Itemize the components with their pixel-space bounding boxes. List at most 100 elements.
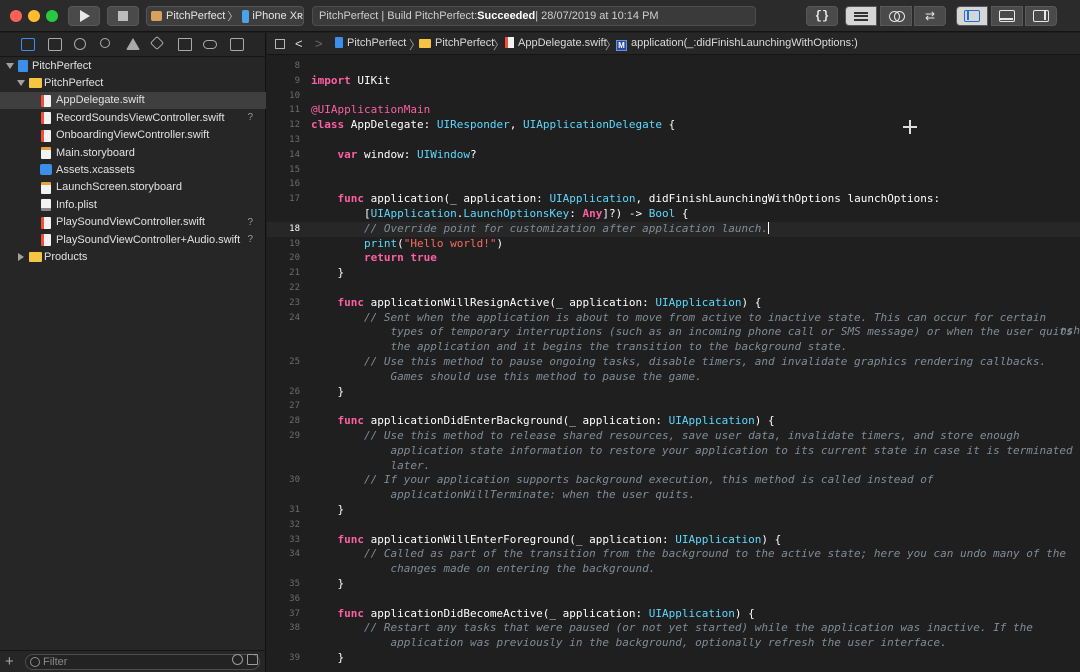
toggle-debug-area-button[interactable] (991, 6, 1023, 26)
code-line[interactable]: 23 func applicationWillResignActive(_ ap… (267, 296, 1080, 311)
line-number[interactable]: 35 (267, 577, 300, 592)
code-line[interactable]: later. (267, 459, 1080, 474)
line-number[interactable]: 23 (267, 296, 300, 311)
back-button[interactable]: < (295, 36, 303, 51)
line-number[interactable]: 38 (267, 621, 300, 636)
report-navigator-tab-icon[interactable] (230, 38, 244, 51)
debug-navigator-tab-icon[interactable] (178, 38, 192, 51)
test-navigator-tab-diamond-icon[interactable] (149, 35, 165, 51)
code-line[interactable]: 8 (267, 59, 1080, 74)
line-number[interactable]: 15 (267, 163, 300, 178)
tree-item-file[interactable]: Assets.xcassets (0, 161, 266, 178)
tree-item-group[interactable]: PitchPerfect (0, 74, 266, 91)
line-number[interactable]: 11 (267, 103, 300, 118)
code-line[interactable]: 11 @UIApplicationMain (267, 103, 1080, 118)
code-line[interactable]: 12 class AppDelegate: UIResponder, UIAppl… (267, 118, 1080, 133)
line-number[interactable]: 22 (267, 281, 300, 296)
tree-item-file[interactable]: RecordSoundsViewController.swift ? (0, 109, 266, 126)
code-line[interactable]: applicationWillTerminate: when the user … (267, 488, 1080, 503)
tree-item-file[interactable]: LaunchScreen.storyboard (0, 179, 266, 196)
code-line[interactable]: 30 // If your application supports backg… (267, 473, 1080, 488)
code-line[interactable]: 32 (267, 518, 1080, 533)
line-number[interactable]: 32 (267, 518, 300, 533)
line-number[interactable]: 19 (267, 237, 300, 252)
library-button[interactable]: {} (806, 6, 838, 26)
line-number[interactable]: 33 (267, 533, 300, 548)
run-button[interactable] (68, 6, 100, 26)
code-line[interactable]: 9 import UIKit (267, 74, 1080, 89)
code-line[interactable]: 24 // Sent when the application is about… (267, 311, 1080, 326)
code-line[interactable]: [UIApplication.LaunchOptionsKey: Any]?) … (267, 207, 1080, 222)
line-number[interactable]: 17 (267, 192, 300, 207)
line-number[interactable]: 36 (267, 592, 300, 607)
add-file-button[interactable]: + (5, 653, 14, 670)
line-number[interactable]: 18 (267, 222, 300, 237)
line-number[interactable]: 20 (267, 251, 300, 266)
code-line[interactable]: 10 (267, 89, 1080, 104)
code-line[interactable]: 35 } (267, 577, 1080, 592)
line-number[interactable]: 34 (267, 547, 300, 562)
line-number[interactable]: 39 (267, 651, 300, 666)
line-number[interactable]: 26 (267, 385, 300, 400)
symbol-navigator-tab-icon[interactable] (74, 38, 86, 50)
line-number[interactable]: 13 (267, 133, 300, 148)
minimize-window-button[interactable] (28, 10, 40, 22)
disclosure-open-icon[interactable] (17, 80, 25, 87)
forward-button[interactable]: > (315, 36, 323, 51)
code-line[interactable]: 14 var window: UIWindow? (267, 148, 1080, 163)
code-line[interactable]: 16 (267, 177, 1080, 192)
tree-item-file[interactable]: OnboardingViewController.swift (0, 127, 266, 144)
line-number[interactable]: 16 (267, 177, 300, 192)
breadcrumb-project[interactable]: PitchPerfect (335, 37, 406, 49)
code-line[interactable]: Games should use this method to pause th… (267, 370, 1080, 385)
code-line[interactable]: 17 func application(_ application: UIApp… (267, 192, 1080, 207)
code-line[interactable]: the application and it begins the transi… (267, 340, 1080, 355)
code-line[interactable]: 20 return true (267, 251, 1080, 266)
line-number[interactable]: 29 (267, 429, 300, 444)
toggle-navigator-button[interactable] (956, 6, 988, 26)
code-line[interactable]: 38 // Restart any tasks that were paused… (267, 621, 1080, 636)
code-line[interactable]: 21 } (267, 266, 1080, 281)
breadcrumb-file[interactable]: AppDelegate.swift (505, 37, 607, 49)
code-line[interactable]: 26 } (267, 385, 1080, 400)
project-navigator-tab-folder-icon[interactable] (21, 38, 35, 51)
standard-editor-button[interactable] (845, 6, 877, 26)
tree-item-file[interactable]: Info.plist (0, 196, 266, 213)
line-number[interactable]: 21 (267, 266, 300, 281)
assistant-editor-button[interactable] (880, 6, 912, 26)
find-navigator-tab-magnifier-icon[interactable] (100, 38, 110, 48)
disclosure-open-icon[interactable] (6, 62, 14, 69)
code-line[interactable]: 15 (267, 163, 1080, 178)
code-line[interactable]: application was previously in the backgr… (267, 636, 1080, 651)
line-number[interactable]: 24 (267, 311, 300, 326)
code-line[interactable]: 27 (267, 399, 1080, 414)
code-line[interactable]: 34 // Called as part of the transition f… (267, 547, 1080, 562)
line-number[interactable]: 25 (267, 355, 300, 370)
issue-navigator-tab-warning-icon[interactable] (126, 38, 140, 50)
code-line[interactable]: changes made on entering the background. (267, 562, 1080, 577)
line-number[interactable]: 12 (267, 118, 300, 133)
disclosure-closed-icon[interactable] (18, 252, 24, 261)
source-control-filter-icon[interactable] (247, 654, 258, 665)
code-line[interactable]: 36 (267, 592, 1080, 607)
tree-item-file[interactable]: AppDelegate.swift (0, 91, 266, 110)
tree-item-file[interactable]: Main.storyboard (0, 144, 266, 161)
code-line[interactable]: application state information to restore… (267, 444, 1080, 459)
filter-input[interactable]: Filter (25, 654, 260, 670)
source-control-navigator-tab-icon[interactable] (48, 38, 62, 51)
version-editor-button[interactable]: ⇄ (914, 6, 946, 26)
code-line[interactable]: 33 func applicationWillEnterForeground(_… (267, 533, 1080, 548)
tree-item-file[interactable]: PlaySoundViewController+Audio.swift ? (0, 231, 266, 248)
line-number[interactable]: 27 (267, 399, 300, 414)
code-line[interactable]: 22 (267, 281, 1080, 296)
line-number[interactable]: 8 (267, 59, 300, 74)
line-number[interactable]: 9 (267, 74, 300, 89)
tree-item-file[interactable]: PlaySoundViewController.swift ? (0, 214, 266, 231)
line-number[interactable]: 37 (267, 607, 300, 622)
code-line[interactable]: 13 (267, 133, 1080, 148)
code-line[interactable]: 28 func applicationDidEnterBackground(_ … (267, 414, 1080, 429)
close-window-button[interactable] (10, 10, 22, 22)
code-line[interactable]: 31 } (267, 503, 1080, 518)
tree-item-project[interactable]: PitchPerfect (0, 57, 266, 74)
breadcrumb-method[interactable]: Mapplication(_:didFinishLaunchingWithOpt… (616, 37, 858, 51)
